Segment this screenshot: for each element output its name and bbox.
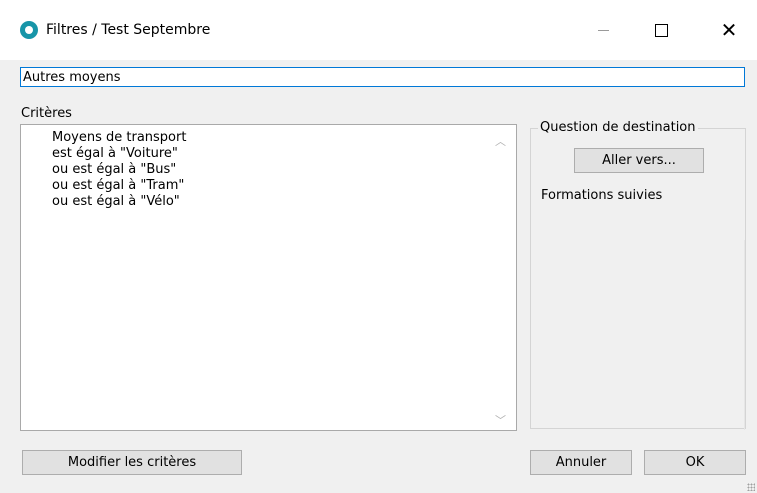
close-icon: ✕ xyxy=(720,18,738,42)
maximize-button[interactable] xyxy=(638,14,684,46)
filter-name-input[interactable] xyxy=(20,67,745,87)
goto-button[interactable]: Aller vers... xyxy=(574,148,704,173)
destination-group xyxy=(530,128,746,429)
app-icon xyxy=(20,21,38,39)
minimize-button[interactable] xyxy=(580,14,626,46)
minimize-icon xyxy=(597,29,609,31)
close-button[interactable]: ✕ xyxy=(706,14,752,46)
criteria-textarea[interactable]: Moyens de transport est égal à "Voiture"… xyxy=(20,124,517,431)
criteria-text: Moyens de transport est égal à "Voiture"… xyxy=(52,130,187,209)
destination-question: Formations suivies xyxy=(541,188,663,203)
destination-legend: Question de destination xyxy=(538,120,698,136)
ok-button[interactable]: OK xyxy=(644,450,746,475)
scroll-down-icon[interactable]: ﹀ xyxy=(495,412,506,428)
title-bar: Filtres / Test Septembre ✕ xyxy=(0,0,757,60)
scroll-up-icon[interactable]: ︿ xyxy=(495,133,506,149)
maximize-icon xyxy=(654,23,668,37)
destination-scrollbar xyxy=(744,240,745,430)
criteria-label: Critères xyxy=(21,106,72,121)
window-title: Filtres / Test Septembre xyxy=(46,22,211,38)
modify-criteria-button[interactable]: Modifier les critères xyxy=(22,450,242,475)
cancel-button[interactable]: Annuler xyxy=(530,450,632,475)
resize-grip-icon[interactable] xyxy=(747,483,755,491)
